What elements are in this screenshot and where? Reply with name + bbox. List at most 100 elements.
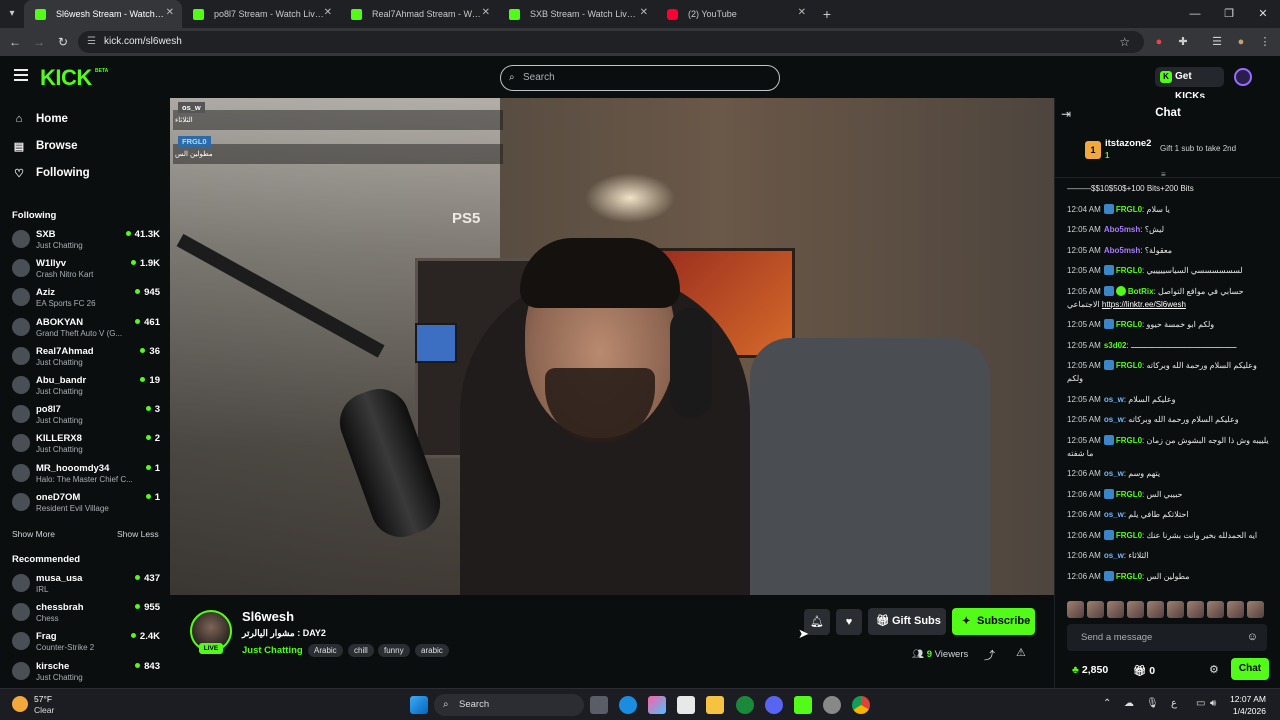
sidebar-item-home[interactable]: ⌂ Home [12,109,68,129]
sidebar-item-following[interactable]: ♡ Following [12,163,90,183]
taskbar-search[interactable]: ⌕ Search [434,694,584,716]
emote[interactable] [1127,601,1144,618]
emote[interactable] [1227,601,1244,618]
profile-icon[interactable]: ● [1233,34,1249,50]
close-window-icon[interactable]: ✕ [1246,0,1280,28]
tag-pill[interactable]: arabic [415,644,449,657]
mic-icon[interactable]: 🎙︎ [1146,698,1159,709]
message-username[interactable]: FRGL0 [1116,572,1142,581]
message-link[interactable]: https://linktr.ee/Sl6wesh [1102,300,1186,309]
close-icon[interactable]: ✕ [166,7,174,18]
message-username[interactable]: FRGL0 [1116,266,1142,275]
message-username[interactable]: FRGL0 [1116,490,1142,499]
emote[interactable] [1087,601,1104,618]
emote[interactable] [1147,601,1164,618]
language-icon[interactable]: ع [1171,698,1177,709]
close-icon[interactable]: ✕ [324,7,332,18]
report-icon[interactable]: ⚠ [1016,646,1026,659]
discord-icon[interactable] [765,696,783,714]
channel-item[interactable]: Abu_bandr Just Chatting 19 [12,372,160,400]
extensions-puzzle-icon[interactable]: ✚ [1175,34,1191,50]
onedrive-icon[interactable]: ☁ [1124,698,1134,709]
emote[interactable] [1187,601,1204,618]
hamburger-menu-icon[interactable] [14,69,28,81]
site-info-icon[interactable]: ☰ [87,31,96,53]
leader-username[interactable]: itstazone2 [1105,138,1151,149]
chrome-icon[interactable] [852,696,870,714]
back-icon[interactable]: ← [7,34,23,50]
search-input[interactable]: ⌕ Search [500,65,780,91]
message-username[interactable]: s3d02 [1104,341,1127,350]
emote[interactable] [1247,601,1264,618]
stream-category[interactable]: Just Chatting [242,645,303,656]
weather-widget[interactable]: 57°F Clear [10,693,90,717]
message-username[interactable]: FRGL0 [1116,205,1142,214]
message-username[interactable]: os_w [1104,510,1124,519]
channel-name[interactable]: Sl6wesh [242,609,294,624]
close-icon[interactable]: ✕ [482,7,490,18]
channel-item[interactable]: KILLERX8 Just Chatting 2 [12,430,160,458]
message-username[interactable]: os_w [1104,469,1124,478]
channel-item[interactable]: oneD7OM Resident Evil Village 1 [12,489,160,517]
edge-icon[interactable] [619,696,637,714]
volume-icon[interactable]: 🔊︎ [1210,698,1216,709]
user-avatar[interactable] [1234,68,1252,86]
channel-item[interactable]: Aziz EA Sports FC 26 945 [12,284,160,312]
minimize-icon[interactable]: — [1178,0,1212,28]
message-username[interactable]: os_w [1104,395,1124,404]
channel-item[interactable]: musa_usa IRL 437 [12,570,160,598]
gift-balance[interactable]: 🎁︎ 0 [1133,664,1155,677]
message-username[interactable]: FRGL0 [1116,320,1142,329]
close-icon[interactable]: ✕ [640,7,648,18]
browser-tab[interactable]: (2) YouTube ✕ [656,0,814,28]
taskbar-clock[interactable]: 12:07 AM 1/4/2026 [1222,693,1266,717]
emote[interactable] [1107,601,1124,618]
message-username[interactable]: os_w [1104,551,1124,560]
url-field[interactable]: ☰ kick.com/sl6wesh ☆ [78,31,1144,53]
channel-item[interactable]: W1llyv Crash Nitro Kart 1.9K [12,255,160,283]
message-username[interactable]: BotRix [1128,287,1154,296]
gift-subs-button[interactable]: 🎁︎ Gift Subs [868,608,946,635]
video-player[interactable]: PS5 os_w الثلاثاء FRGL0 مطولين الس [170,98,1054,595]
show-more-link[interactable]: Show More [12,529,55,539]
message-username[interactable]: os_w [1104,415,1124,424]
extension-icon[interactable]: ● [1151,34,1167,50]
emote[interactable] [1207,601,1224,618]
reload-icon[interactable]: ↻ [55,34,71,50]
tab-strip-icon[interactable]: ☰ [1209,34,1225,50]
chat-settings-icon[interactable]: ⚙ [1209,663,1219,676]
browser-tab[interactable]: Sl6wesh Stream - Watch Live on Kick ✕ [24,0,182,28]
kicks-balance[interactable]: ♣ 2,850 [1072,664,1108,676]
follow-heart-button[interactable]: ♥ [836,609,862,635]
message-username[interactable]: FRGL0 [1116,436,1142,445]
share-icon[interactable]: ⤴ [984,647,995,663]
tag-pill[interactable]: Arabic [308,644,343,657]
tray-chevron-icon[interactable]: ⌃ [1103,698,1111,709]
emoji-icon[interactable]: ☺ [1247,624,1258,651]
send-chat-button[interactable]: Chat [1231,658,1269,680]
channel-item[interactable]: Frag Counter-Strike 2 2.4K [12,628,160,656]
channel-item[interactable]: SXB Just Chatting 41.3K [12,226,160,254]
channel-item[interactable]: Real7Ahmad Just Chatting 36 [12,343,160,371]
close-icon[interactable]: ✕ [798,7,806,18]
emote[interactable] [1167,601,1184,618]
channel-item[interactable]: chessbrah Chess 955 [12,599,160,627]
chat-message-input[interactable]: Send a message ☺ [1067,624,1267,651]
browser-tab[interactable]: Real7Ahmad Stream - Watch Live on Kick ✕ [340,0,498,28]
get-kicks-button[interactable]: K Get KICKs [1155,67,1224,102]
kick-logo[interactable]: KICK [40,65,92,91]
forward-icon[interactable]: → [31,34,47,50]
channel-item[interactable]: kirsche Just Chatting 843 [12,658,160,686]
message-username[interactable]: FRGL0 [1116,531,1142,540]
emote[interactable] [1067,601,1084,618]
windows-start-icon[interactable] [410,696,428,714]
message-username[interactable]: Abo5msh [1104,225,1140,234]
expand-handle-icon[interactable]: ≡ [1161,170,1166,179]
menu-kebab-icon[interactable]: ⋮ [1257,34,1273,50]
steam-icon[interactable] [823,696,841,714]
channel-item[interactable]: ABOKYAN Grand Theft Auto V (G... 461 [12,314,160,342]
bookmark-star-icon[interactable]: ☆ [1119,31,1130,53]
xbox-icon[interactable] [736,696,754,714]
browser-tab[interactable]: SXB Stream - Watch Live on Kick ✕ [498,0,656,28]
channel-item[interactable]: po8l7 Just Chatting 3 [12,401,160,429]
